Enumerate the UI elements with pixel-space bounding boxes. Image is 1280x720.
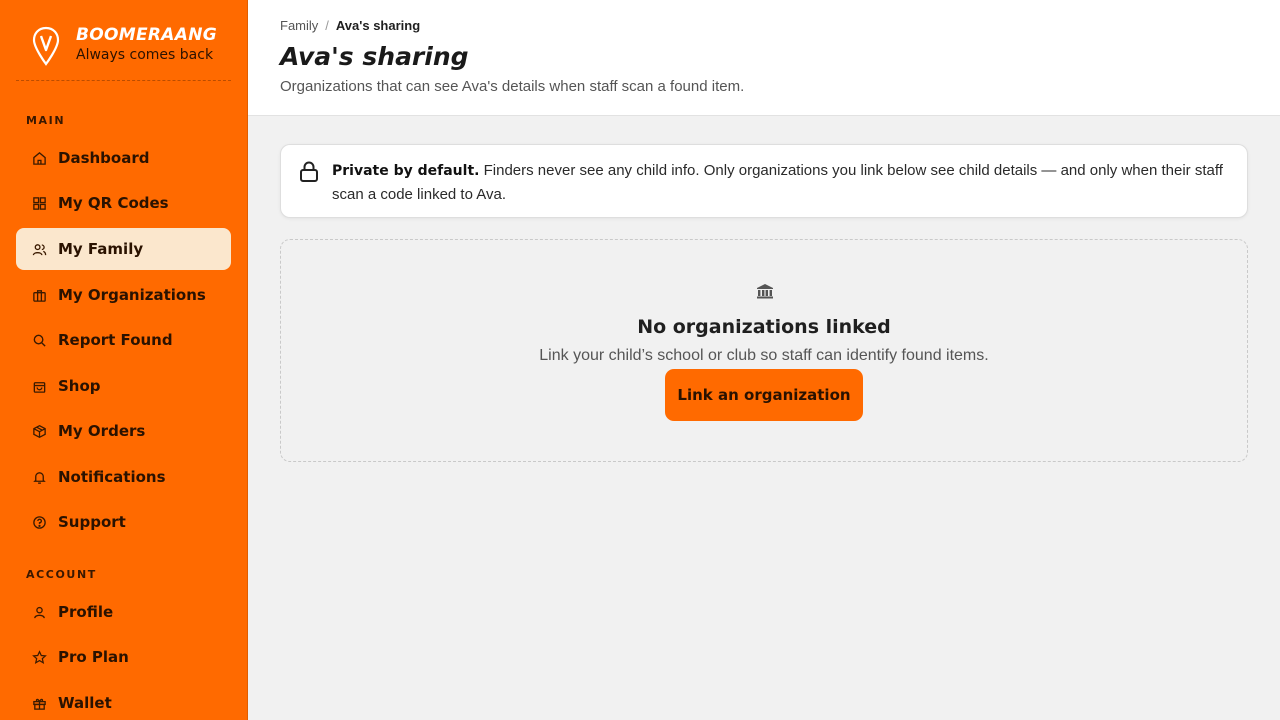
package-icon bbox=[31, 423, 47, 439]
page-title: Ava's sharing bbox=[280, 42, 469, 71]
link-organization-button[interactable]: Link an organization bbox=[665, 369, 863, 421]
page-header: Family / Ava's sharing Ava's sharing Org… bbox=[248, 0, 1280, 116]
privacy-notice-text: Private by default. Finders never see an… bbox=[332, 159, 1232, 206]
sidebar-item-label: Report Found bbox=[58, 331, 173, 349]
gift-icon bbox=[31, 695, 47, 711]
organization-icon bbox=[757, 284, 773, 299]
brand-divider bbox=[16, 80, 231, 81]
user-icon bbox=[31, 604, 47, 620]
breadcrumb: Family / Ava's sharing bbox=[280, 18, 420, 33]
sidebar-item-support[interactable]: Support bbox=[16, 501, 231, 543]
breadcrumb-current: Ava's sharing bbox=[335, 18, 421, 33]
privacy-notice-card: Private by default. Finders never see an… bbox=[280, 144, 1248, 218]
bell-icon bbox=[31, 469, 47, 485]
qr-grid-icon bbox=[31, 195, 47, 211]
empty-state-title: No organizations linked bbox=[637, 316, 891, 338]
brand-tagline: Always comes back bbox=[76, 47, 214, 63]
home-icon bbox=[31, 150, 47, 166]
sidebar-item-label: My Family bbox=[58, 240, 144, 258]
privacy-notice-bold: Private by default. bbox=[332, 163, 480, 179]
brand[interactable]: BOOMERAANG Always comes back bbox=[32, 24, 217, 66]
sidebar-item-label: My Organizations bbox=[58, 286, 206, 304]
help-circle-icon bbox=[31, 514, 47, 530]
sidebar-item-label: Shop bbox=[58, 377, 101, 395]
section-label-main: MAIN bbox=[26, 114, 66, 127]
breadcrumb-separator: / bbox=[325, 18, 329, 33]
boomerang-pin-logo bbox=[32, 26, 60, 66]
sidebar-item-label: Wallet bbox=[58, 694, 112, 712]
sidebar-item-my-family[interactable]: My Family bbox=[16, 228, 231, 270]
sidebar-item-my-qr-codes[interactable]: My QR Codes bbox=[16, 182, 231, 224]
sidebar-item-label: My QR Codes bbox=[58, 194, 169, 212]
sidebar-item-pro-plan[interactable]: Pro Plan bbox=[16, 636, 231, 678]
page-subtitle: Organizations that can see Ava's details… bbox=[280, 78, 745, 95]
sidebar: BOOMERAANG Always comes back MAIN Dashbo… bbox=[0, 0, 248, 720]
empty-state-description: Link your child’s school or club so staf… bbox=[539, 347, 989, 364]
sidebar-item-notifications[interactable]: Notifications bbox=[16, 456, 231, 498]
sidebar-item-label: My Orders bbox=[58, 422, 146, 440]
breadcrumb-family-link[interactable]: Family bbox=[280, 18, 318, 33]
sidebar-item-wallet[interactable]: Wallet bbox=[16, 682, 231, 720]
section-label-account: ACCOUNT bbox=[26, 568, 97, 581]
sidebar-item-report-found[interactable]: Report Found bbox=[16, 319, 231, 361]
sidebar-item-my-orders[interactable]: My Orders bbox=[16, 410, 231, 452]
sidebar-item-label: Pro Plan bbox=[58, 648, 129, 666]
briefcase-icon bbox=[31, 287, 47, 303]
sidebar-item-my-organizations[interactable]: My Organizations bbox=[16, 274, 231, 316]
sidebar-item-label: Support bbox=[58, 513, 126, 531]
lock-icon bbox=[300, 161, 318, 182]
sidebar-item-shop[interactable]: Shop bbox=[16, 365, 231, 407]
brand-name: BOOMERAANG bbox=[76, 25, 217, 45]
sidebar-item-label: Profile bbox=[58, 603, 114, 621]
users-icon bbox=[31, 241, 47, 257]
sidebar-item-label: Dashboard bbox=[58, 149, 150, 167]
star-icon bbox=[31, 649, 47, 665]
shopping-bag-icon bbox=[31, 378, 47, 394]
sidebar-item-profile[interactable]: Profile bbox=[16, 591, 231, 633]
sidebar-item-label: Notifications bbox=[58, 468, 166, 486]
sidebar-item-dashboard[interactable]: Dashboard bbox=[16, 137, 231, 179]
search-icon bbox=[31, 332, 47, 348]
empty-state: No organizations linked Link your child’… bbox=[280, 239, 1248, 462]
